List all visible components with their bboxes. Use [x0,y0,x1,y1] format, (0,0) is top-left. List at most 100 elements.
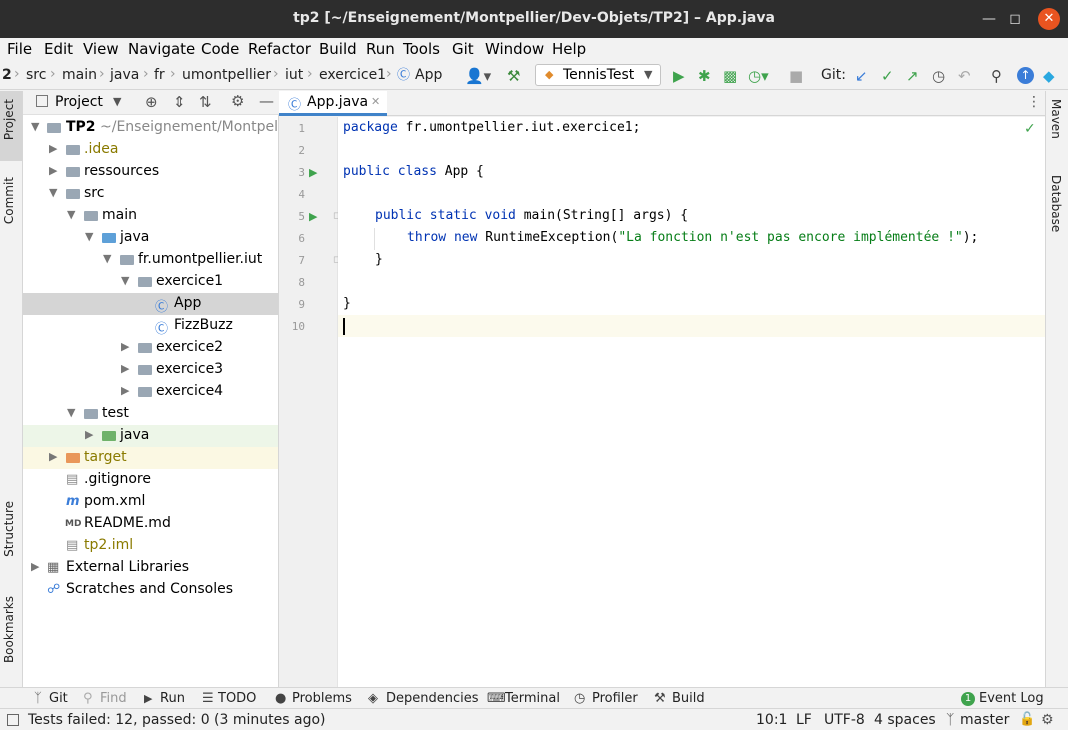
tree-item[interactable]: ▼ src [23,183,278,205]
chevron-right-icon[interactable]: ▶ [49,450,57,463]
more-options-icon[interactable]: ⋮ [1027,94,1041,110]
chevron-right-icon[interactable]: ▶ [121,384,129,397]
menu-window[interactable]: Window [485,40,544,58]
menu-navigate[interactable]: Navigate [128,40,195,58]
tree-item[interactable]: MD README.md [23,513,278,535]
gear-icon[interactable]: ⚙ [231,92,244,110]
tool-build[interactable]: Build [672,691,705,706]
tree-item[interactable]: Ⓒ FizzBuzz [23,315,278,337]
tab-maven[interactable]: Maven [1049,99,1063,139]
run-configuration-select[interactable]: ◆ TennisTest ▼ [535,64,661,86]
menu-tools[interactable]: Tools [403,40,440,58]
tool-terminal[interactable]: Terminal [505,691,560,706]
tab-app-java[interactable]: Ⓒ App.java ✕ [279,91,387,116]
chevron-down-icon[interactable]: ▼ [121,274,129,287]
git-update-icon[interactable]: ↙ [855,67,868,85]
maximize-icon[interactable]: ◻ [1004,8,1026,30]
git-commit-icon[interactable]: ✓ [881,67,894,85]
menu-file[interactable]: File [7,40,32,58]
caret-position[interactable]: 10:1 [756,712,787,728]
indent-setting[interactable]: 4 spaces [874,712,936,728]
chevron-down-icon[interactable]: ▼ [103,252,111,265]
tree-item[interactable]: ▶ java [23,425,278,447]
file-encoding[interactable]: UTF-8 [824,712,865,728]
coverage-icon[interactable]: ▩ [723,67,737,85]
menu-code[interactable]: Code [201,40,239,58]
tree-item[interactable]: ▤ .gitignore [23,469,278,491]
locate-target-icon[interactable]: ⊕ [145,93,158,111]
tree-item[interactable]: m pom.xml [23,491,278,513]
search-icon[interactable]: ⚲ [991,67,1002,85]
breadcrumb-item[interactable]: java [110,67,139,83]
tree-item[interactable]: ▶ ▦ External Libraries [23,557,278,579]
lock-icon[interactable]: 🔓 [1019,712,1035,727]
breadcrumb-item[interactable]: iut [285,67,303,83]
line-separator[interactable]: LF [796,712,812,728]
chevron-right-icon[interactable]: ▶ [85,428,93,441]
tree-item-selected[interactable]: Ⓒ App [23,293,278,315]
chevron-down-icon[interactable]: ▼ [67,406,75,419]
chevron-down-icon[interactable]: ▼ [85,230,93,243]
update-icon[interactable]: ↑ [1017,67,1034,84]
breadcrumb-item[interactable]: exercice1 [319,67,386,83]
menu-edit[interactable]: Edit [44,40,73,58]
tool-find[interactable]: Find [100,691,127,706]
profile-icon[interactable]: ◷▾ [748,67,769,85]
tool-problems[interactable]: Problems [292,691,352,706]
breadcrumb-item[interactable]: fr [154,67,165,83]
status-toggle-icon[interactable] [7,714,19,726]
tree-item[interactable]: ▶ exercice4 [23,381,278,403]
menu-help[interactable]: Help [552,40,586,58]
git-push-icon[interactable]: ↗ [906,67,919,85]
tree-item[interactable]: ▶ ressources [23,161,278,183]
tree-item[interactable]: ▼ test [23,403,278,425]
tool-event-log[interactable]: Event Log [979,691,1044,706]
tree-item[interactable]: ▶ exercice2 [23,337,278,359]
tree-item[interactable]: ▼ fr.umontpellier.iut [23,249,278,271]
menu-git[interactable]: Git [452,40,474,58]
debug-bug-icon[interactable]: ✱ [698,67,711,85]
tree-item[interactable]: ▶ .idea [23,139,278,161]
gear-icon[interactable]: ⚙ [1041,712,1054,728]
tree-item[interactable]: ▶ exercice3 [23,359,278,381]
tab-structure[interactable]: Structure [2,501,16,557]
run-icon[interactable]: ▶ [673,67,685,85]
breadcrumb-root[interactable]: 2 [2,67,12,83]
tree-item-project-root[interactable]: ▼ TP2 ~/Enseignement/Montpellier/Dev-Obj… [23,117,278,139]
project-panel-title[interactable]: Project [55,94,103,110]
breadcrumb-item[interactable]: umontpellier [182,67,271,83]
git-branch[interactable]: master [960,712,1009,728]
history-clock-icon[interactable]: ◷ [932,67,945,85]
tree-item[interactable]: ☍ Scratches and Consoles [23,579,278,601]
build-hammer-icon[interactable]: ⚒ [507,67,520,85]
chevron-down-icon[interactable]: ▼ [31,120,39,133]
tool-todo[interactable]: TODO [218,691,256,706]
breadcrumb-item[interactable]: src [26,67,46,83]
tab-database[interactable]: Database [1049,175,1063,232]
tool-dependencies[interactable]: Dependencies [386,691,479,706]
collapse-all-icon[interactable]: ⇅ [199,93,212,111]
chevron-right-icon[interactable]: ▶ [121,362,129,375]
menu-run[interactable]: Run [366,40,395,58]
menu-view[interactable]: View [83,40,119,58]
hide-panel-icon[interactable]: — [259,92,274,110]
tree-item[interactable]: ▶ target [23,447,278,469]
chevron-right-icon[interactable]: ▶ [49,142,57,155]
menu-build[interactable]: Build [319,40,357,58]
tab-commit[interactable]: Commit [2,177,16,224]
tab-project[interactable]: Project [2,99,16,140]
chevron-right-icon[interactable]: ▶ [121,340,129,353]
tool-run[interactable]: Run [160,691,185,706]
run-gutter-icon[interactable]: ▶ [309,166,317,179]
tab-bookmarks[interactable]: Bookmarks [2,596,16,663]
status-message[interactable]: Tests failed: 12, passed: 0 (3 minutes a… [28,712,326,728]
tool-profiler[interactable]: Profiler [592,691,638,706]
rollback-icon[interactable]: ↶ [958,67,971,85]
chevron-down-icon[interactable]: ▼ [67,208,75,221]
run-gutter-icon[interactable]: ▶ [309,210,317,223]
tree-item[interactable]: ▼ main [23,205,278,227]
code-editor[interactable]: package fr.umontpellier.iut.exercice1; p… [338,117,1045,687]
expand-all-icon[interactable]: ⇕ [173,93,186,111]
user-icon[interactable]: 👤▾ [465,67,491,85]
chevron-right-icon[interactable]: ▶ [49,164,57,177]
